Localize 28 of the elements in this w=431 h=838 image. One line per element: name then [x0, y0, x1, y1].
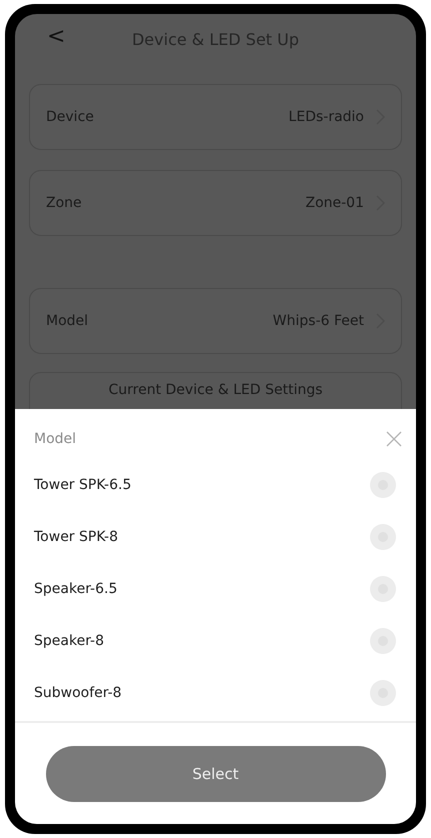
- back-button[interactable]: <: [43, 26, 70, 48]
- radio-button[interactable]: [370, 680, 396, 706]
- option-label: Tower SPK-6.5: [34, 477, 132, 493]
- setting-label: Device: [46, 109, 95, 125]
- setting-row[interactable]: Zone Zone-01: [29, 170, 402, 236]
- option-label: Speaker-6.5: [34, 581, 118, 597]
- option-label: Subwoofer-8: [34, 685, 122, 701]
- setting-value: LEDs-radio: [288, 109, 364, 125]
- setting-value: Zone-01: [305, 195, 364, 211]
- option-label: Speaker-8: [34, 633, 104, 649]
- model-option[interactable]: Subwoofer-8: [15, 667, 416, 719]
- radio-button[interactable]: [370, 472, 396, 498]
- select-button[interactable]: Select: [46, 746, 386, 802]
- radio-button[interactable]: [370, 576, 396, 602]
- setting-value: Whips-6 Feet: [272, 313, 364, 329]
- option-label: Tower SPK-8: [34, 529, 118, 545]
- model-option[interactable]: Tower SPK-6.5: [15, 459, 416, 511]
- radio-button[interactable]: [370, 628, 396, 654]
- model-option[interactable]: Speaker-8: [15, 615, 416, 667]
- current-settings-label: Current Device & LED Settings: [108, 382, 323, 398]
- setting-label: Zone: [46, 195, 83, 211]
- setting-row[interactable]: Device LEDs-radio: [29, 84, 402, 150]
- model-option[interactable]: Tower SPK-8: [15, 511, 416, 563]
- model-option[interactable]: Speaker-6.5: [15, 563, 416, 615]
- radio-button[interactable]: [370, 524, 396, 550]
- close-icon[interactable]: [386, 431, 402, 447]
- setting-row[interactable]: Model Whips-6 Feet: [29, 288, 402, 354]
- setting-label: Model: [46, 313, 90, 329]
